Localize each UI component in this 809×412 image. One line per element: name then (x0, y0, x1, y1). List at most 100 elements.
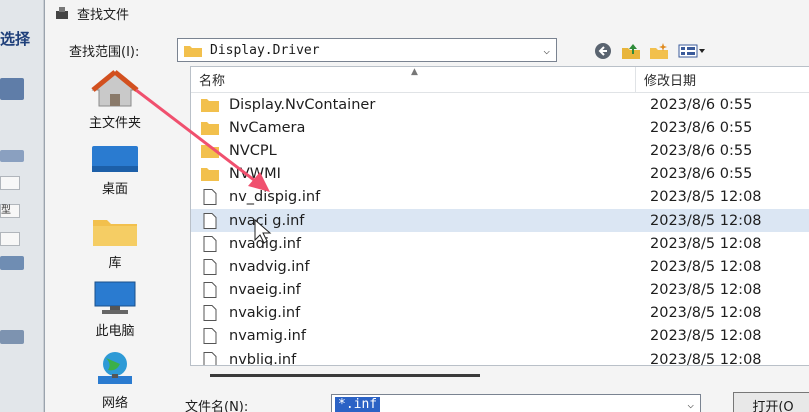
file-row[interactable]: nvamig.inf 2023/8/5 12:08 (191, 325, 809, 348)
up-folder-icon (622, 44, 640, 59)
file-list[interactable]: 名称 修改日期 ▲ Display.NvContainer 2023/8/6 0:… (190, 66, 809, 366)
file-row[interactable]: nvaeig.inf 2023/8/5 12:08 (191, 279, 809, 302)
chevron-down-icon[interactable]: ⌵ (543, 44, 550, 57)
dialog-toolbar (593, 42, 707, 60)
horizontal-scrollbar[interactable] (210, 374, 480, 377)
back-button[interactable] (593, 42, 613, 60)
back-arrow-icon (595, 43, 611, 59)
file-row[interactable]: nvakig.inf 2023/8/5 12:08 (191, 302, 809, 325)
file-name: nvaci g.inf (229, 212, 305, 229)
file-date: 2023/8/6 0:55 (650, 142, 753, 159)
places-bar: 主文件夹 桌面 库 此电脑 网络 (65, 66, 165, 412)
place-network[interactable]: 网络 (65, 350, 165, 411)
chevron-down-icon[interactable]: ⌵ (687, 398, 694, 411)
look-in-value: Display.Driver (210, 42, 320, 58)
place-this-pc[interactable]: 此电脑 (65, 280, 165, 339)
place-label: 桌面 (101, 182, 128, 197)
file-row[interactable]: NVCPL 2023/8/6 0:55 (191, 139, 809, 162)
place-label: 网络 (101, 396, 128, 411)
file-row[interactable]: nvblig.inf 2023/8/5 12:08 (191, 348, 809, 366)
file-date: 2023/8/5 12:08 (650, 235, 762, 252)
file-name-cell: nvaci g.inf (191, 212, 636, 229)
file-date: 2023/8/6 0:55 (650, 96, 753, 113)
background-app-block (0, 150, 24, 162)
file-name-cell: nvakig.inf (191, 305, 636, 322)
file-icon (203, 328, 217, 345)
file-icon (203, 351, 217, 365)
file-name-cell: NvCamera (191, 120, 636, 136)
home-icon (91, 70, 139, 107)
library-folder-icon (93, 220, 137, 246)
view-grid-icon (678, 44, 705, 58)
file-name: nvaeig.inf (229, 282, 301, 299)
look-in-row: 查找范围(I): Display.Driver ⌵ (69, 38, 557, 62)
file-date: 2023/8/6 0:55 (650, 166, 753, 183)
look-in-combobox[interactable]: Display.Driver ⌵ (177, 38, 557, 62)
place-home[interactable]: 主文件夹 (65, 70, 165, 131)
background-app-block (0, 330, 24, 344)
open-button[interactable]: 打开(O (733, 392, 809, 412)
column-header-date[interactable]: 修改日期 (636, 70, 696, 89)
background-app: 选择 型 (0, 0, 44, 412)
background-app-block (0, 256, 24, 270)
app-icon (56, 7, 68, 19)
file-row[interactable]: NvCamera 2023/8/6 0:55 (191, 116, 809, 139)
filename-input[interactable]: *.inf ⌵ (331, 394, 701, 412)
folder-icon (201, 144, 219, 158)
place-desktop[interactable]: 桌面 (65, 144, 165, 197)
file-name-cell: nvaeig.inf (191, 282, 636, 299)
folder-icon (201, 98, 219, 112)
file-name-cell: NVWMI (191, 166, 636, 182)
place-library[interactable]: 库 (65, 214, 165, 271)
up-folder-button[interactable] (621, 42, 641, 60)
file-name-cell: nvamig.inf (191, 328, 636, 345)
folder-icon (184, 45, 202, 57)
file-date: 2023/8/5 12:08 (650, 282, 762, 299)
background-app-field: 型 (0, 204, 20, 218)
view-menu-button[interactable] (677, 42, 707, 60)
file-icon (203, 189, 217, 206)
file-date: 2023/8/5 12:08 (650, 305, 762, 322)
network-icon (98, 352, 132, 384)
background-app-field (0, 176, 20, 190)
file-icon (203, 305, 217, 322)
background-app-block (0, 78, 24, 100)
file-name: nv_dispig.inf (229, 189, 321, 206)
file-icon (203, 258, 217, 275)
file-name: nvblig.inf (229, 351, 297, 366)
file-name: NVWMI (229, 166, 281, 183)
file-date: 2023/8/6 0:55 (650, 119, 753, 136)
folder-icon (201, 168, 219, 182)
computer-icon (94, 281, 136, 314)
dialog-title: 查找文件 (77, 7, 130, 23)
filename-row: 文件名(N): *.inf ⌵ (185, 394, 701, 412)
find-file-dialog: 查找文件 查找范围(I): Display.Driver ⌵ 主文件夹 桌面 库… (44, 0, 809, 412)
filename-value: *.inf (335, 397, 381, 412)
file-icon (203, 235, 217, 252)
file-name: nvadvig.inf (229, 258, 310, 275)
file-date: 2023/8/5 12:08 (650, 189, 762, 206)
filename-label: 文件名(N): (185, 399, 249, 412)
file-row[interactable]: nvaci g.inf 2023/8/5 12:08 (191, 208, 809, 233)
background-app-label: 选择 (0, 30, 31, 48)
file-row[interactable]: nvadvig.inf 2023/8/5 12:08 (191, 255, 809, 278)
place-label: 主文件夹 (88, 116, 141, 131)
place-label: 库 (108, 256, 122, 271)
dialog-titlebar: 查找文件 (45, 0, 809, 26)
file-name: nvadig.inf (229, 235, 302, 252)
new-folder-button[interactable] (649, 42, 669, 60)
file-name-cell: Display.NvContainer (191, 97, 636, 113)
new-folder-icon (650, 43, 668, 59)
file-name: nvamig.inf (229, 328, 306, 345)
file-row[interactable]: nvadig.inf 2023/8/5 12:08 (191, 232, 809, 255)
file-list-header: 名称 修改日期 ▲ (191, 67, 809, 93)
file-icon (203, 282, 217, 299)
file-row[interactable]: Display.NvContainer 2023/8/6 0:55 (191, 93, 809, 116)
file-row[interactable]: NVWMI 2023/8/6 0:55 (191, 163, 809, 186)
file-date: 2023/8/5 12:08 (650, 258, 762, 275)
file-name: NvCamera (229, 119, 306, 136)
file-row[interactable]: nv_dispig.inf 2023/8/5 12:08 (191, 186, 809, 209)
desktop-icon (92, 146, 138, 172)
file-name: NVCPL (229, 142, 277, 159)
file-rows: Display.NvContainer 2023/8/6 0:55 NvCamera… (191, 93, 809, 366)
